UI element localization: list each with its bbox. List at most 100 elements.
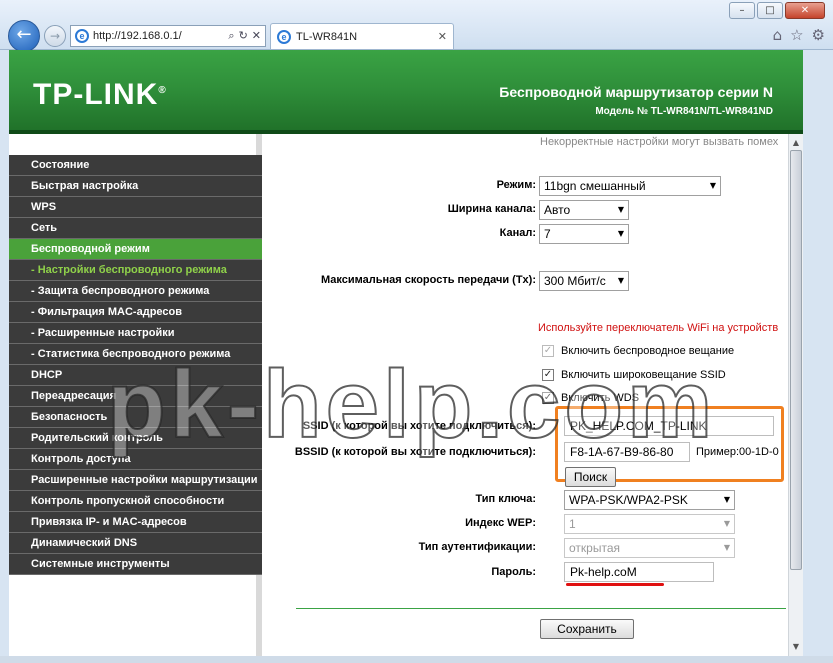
chevron-down-icon: ▼: [723, 543, 730, 552]
sidebar-item[interactable]: Состояние: [9, 155, 262, 176]
radio-broadcast-label: Включить беспроводное вещание: [561, 345, 735, 357]
channel-width-value: Авто: [544, 203, 571, 217]
close-button[interactable]: ✕: [785, 2, 825, 19]
forward-button[interactable]: →: [44, 25, 66, 47]
ssid-label: SSID (к которой вы хотите подключиться):: [302, 420, 536, 432]
sidebar-item[interactable]: Привязка IP- и MAC-адресов: [9, 512, 262, 533]
sidebar-item[interactable]: - Защита беспроводного режима: [9, 281, 262, 302]
key-type-value: WPA-PSK/WPA2-PSK: [569, 493, 688, 507]
star-icon[interactable]: ☆: [790, 26, 803, 44]
tab-title: TL-WR841N: [296, 30, 358, 43]
minimize-button[interactable]: –: [729, 2, 755, 19]
maximize-button[interactable]: □: [757, 2, 783, 19]
auth-type-label: Тип аутентификации:: [418, 541, 536, 553]
sidebar-item[interactable]: Сеть: [9, 218, 262, 239]
max-rate-value: 300 Мбит/с: [544, 274, 606, 288]
sidebar-item[interactable]: - Статистика беспроводного режима: [9, 344, 262, 365]
address-tools: ⌕ ↻ ✕: [228, 29, 265, 43]
search-icon[interactable]: ⌕: [228, 29, 234, 43]
sidebar-item[interactable]: WPS: [9, 197, 262, 218]
tab-favicon-icon: e: [277, 29, 291, 44]
wep-index-select[interactable]: 1 ▼: [564, 514, 735, 534]
forward-arrow-icon: →: [49, 29, 61, 43]
wifi-switch-warning: Используйте переключатель WiFi на устрой…: [538, 322, 779, 334]
chevron-down-icon: ▼: [617, 276, 624, 285]
tab-close-icon[interactable]: ✕: [438, 30, 447, 43]
wds-checkbox[interactable]: ✓: [542, 392, 554, 404]
sidebar-item[interactable]: - Фильтрация MAC-адресов: [9, 302, 262, 323]
sidebar-item[interactable]: Безопасность: [9, 407, 262, 428]
vertical-scrollbar[interactable]: ▲ ▼: [788, 134, 803, 656]
browser-chrome: – □ ✕ ← → e http://192.168.0.1/ ⌕ ↻ ✕ e …: [0, 0, 833, 52]
ssid-broadcast-label: Включить широковещание SSID: [561, 369, 726, 381]
key-type-select[interactable]: WPA-PSK/WPA2-PSK ▼: [564, 490, 735, 510]
password-label: Пароль:: [491, 566, 536, 578]
wep-index-label: Индекс WEP:: [465, 517, 536, 529]
sidebar-item[interactable]: - Настройки беспроводного режима: [9, 260, 262, 281]
router-page: TP-LINK® Беспроводной маршрутизатор сери…: [9, 50, 803, 656]
mode-select[interactable]: 11bgn смешанный ▼: [539, 176, 721, 196]
password-underline: [566, 583, 664, 586]
window-controls: – □ ✕: [729, 2, 825, 19]
channel-width-label: Ширина канала:: [447, 203, 536, 215]
stop-icon[interactable]: ✕: [252, 29, 261, 43]
back-arrow-icon: ←: [16, 24, 32, 45]
sidebar-item[interactable]: Контроль доступа: [9, 449, 262, 470]
max-rate-label: Максимальная скорость передачи (Tx):: [320, 274, 536, 286]
content-divider: [296, 608, 786, 609]
sidebar: Состояние Быстрая настройка WPS Сеть Беспров…: [9, 134, 262, 656]
address-text[interactable]: http://192.168.0.1/: [93, 30, 224, 42]
sidebar-item[interactable]: Расширенные настройки маршрутизации: [9, 470, 262, 491]
wep-index-value: 1: [569, 517, 576, 531]
browser-toolbar-right: ⌂ ☆ ⚙: [773, 26, 825, 44]
settings-note: Некорректные настройки могут вызвать пом…: [540, 136, 779, 148]
sidebar-menu: Состояние Быстрая настройка WPS Сеть Беспров…: [9, 155, 262, 575]
sidebar-item[interactable]: Беспроводной режим: [9, 239, 262, 260]
mode-select-value: 11bgn смешанный: [544, 179, 646, 193]
tp-link-logo: TP-LINK®: [33, 78, 167, 111]
bssid-label: BSSID (к которой вы хотите подключиться)…: [294, 446, 536, 458]
key-type-label: Тип ключа:: [475, 493, 536, 505]
scroll-down-icon[interactable]: ▼: [790, 640, 802, 654]
gear-icon[interactable]: ⚙: [812, 26, 825, 44]
sidebar-item[interactable]: Родительский контроль: [9, 428, 262, 449]
sidebar-item[interactable]: Контроль пропускной способности: [9, 491, 262, 512]
scroll-up-icon[interactable]: ▲: [790, 136, 802, 150]
header-model: Модель № TL-WR841N/TL-WR841ND: [595, 106, 773, 117]
back-button[interactable]: ←: [8, 20, 40, 52]
mode-label: Режим:: [496, 179, 536, 191]
sidebar-item[interactable]: DHCP: [9, 365, 262, 386]
search-button[interactable]: Поиск: [565, 467, 616, 487]
sidebar-item[interactable]: Переадресация: [9, 386, 262, 407]
sidebar-item[interactable]: Быстрая настройка: [9, 176, 262, 197]
channel-width-select[interactable]: Авто ▼: [539, 200, 629, 220]
sidebar-item[interactable]: - Расширенные настройки: [9, 323, 262, 344]
wds-label: Включить WDS: [561, 392, 640, 404]
header-title: Беспроводной маршрутизатор серии N: [499, 84, 773, 100]
channel-label: Канал:: [499, 227, 536, 239]
sidebar-item[interactable]: Системные инструменты: [9, 554, 262, 575]
max-rate-select[interactable]: 300 Мбит/с ▼: [539, 271, 629, 291]
chevron-down-icon: ▼: [723, 495, 730, 504]
password-input[interactable]: Pk-help.coM: [564, 562, 714, 582]
chevron-down-icon: ▼: [723, 519, 730, 528]
wireless-settings-content: Некорректные настройки могут вызвать пом…: [268, 134, 788, 656]
channel-select[interactable]: 7 ▼: [539, 224, 629, 244]
channel-value: 7: [544, 227, 551, 241]
auth-type-select[interactable]: открытая ▼: [564, 538, 735, 558]
sidebar-item[interactable]: Динамический DNS: [9, 533, 262, 554]
refresh-icon[interactable]: ↻: [239, 29, 248, 43]
page-header: TP-LINK® Беспроводной маршрутизатор сери…: [9, 50, 803, 134]
browser-tab[interactable]: e TL-WR841N ✕: [270, 23, 454, 49]
save-button[interactable]: Сохранить: [540, 619, 634, 639]
home-icon[interactable]: ⌂: [773, 26, 783, 44]
chevron-down-icon: ▼: [617, 205, 624, 214]
chevron-down-icon: ▼: [617, 229, 624, 238]
radio-broadcast-checkbox[interactable]: ✓: [542, 345, 554, 357]
ssid-broadcast-checkbox[interactable]: ✓: [542, 369, 554, 381]
address-bar[interactable]: e http://192.168.0.1/ ⌕ ↻ ✕: [70, 25, 266, 47]
auth-type-value: открытая: [569, 541, 620, 555]
scroll-thumb[interactable]: [790, 150, 802, 570]
status-bar: [0, 656, 833, 663]
ie-logo-icon: e: [75, 29, 89, 43]
